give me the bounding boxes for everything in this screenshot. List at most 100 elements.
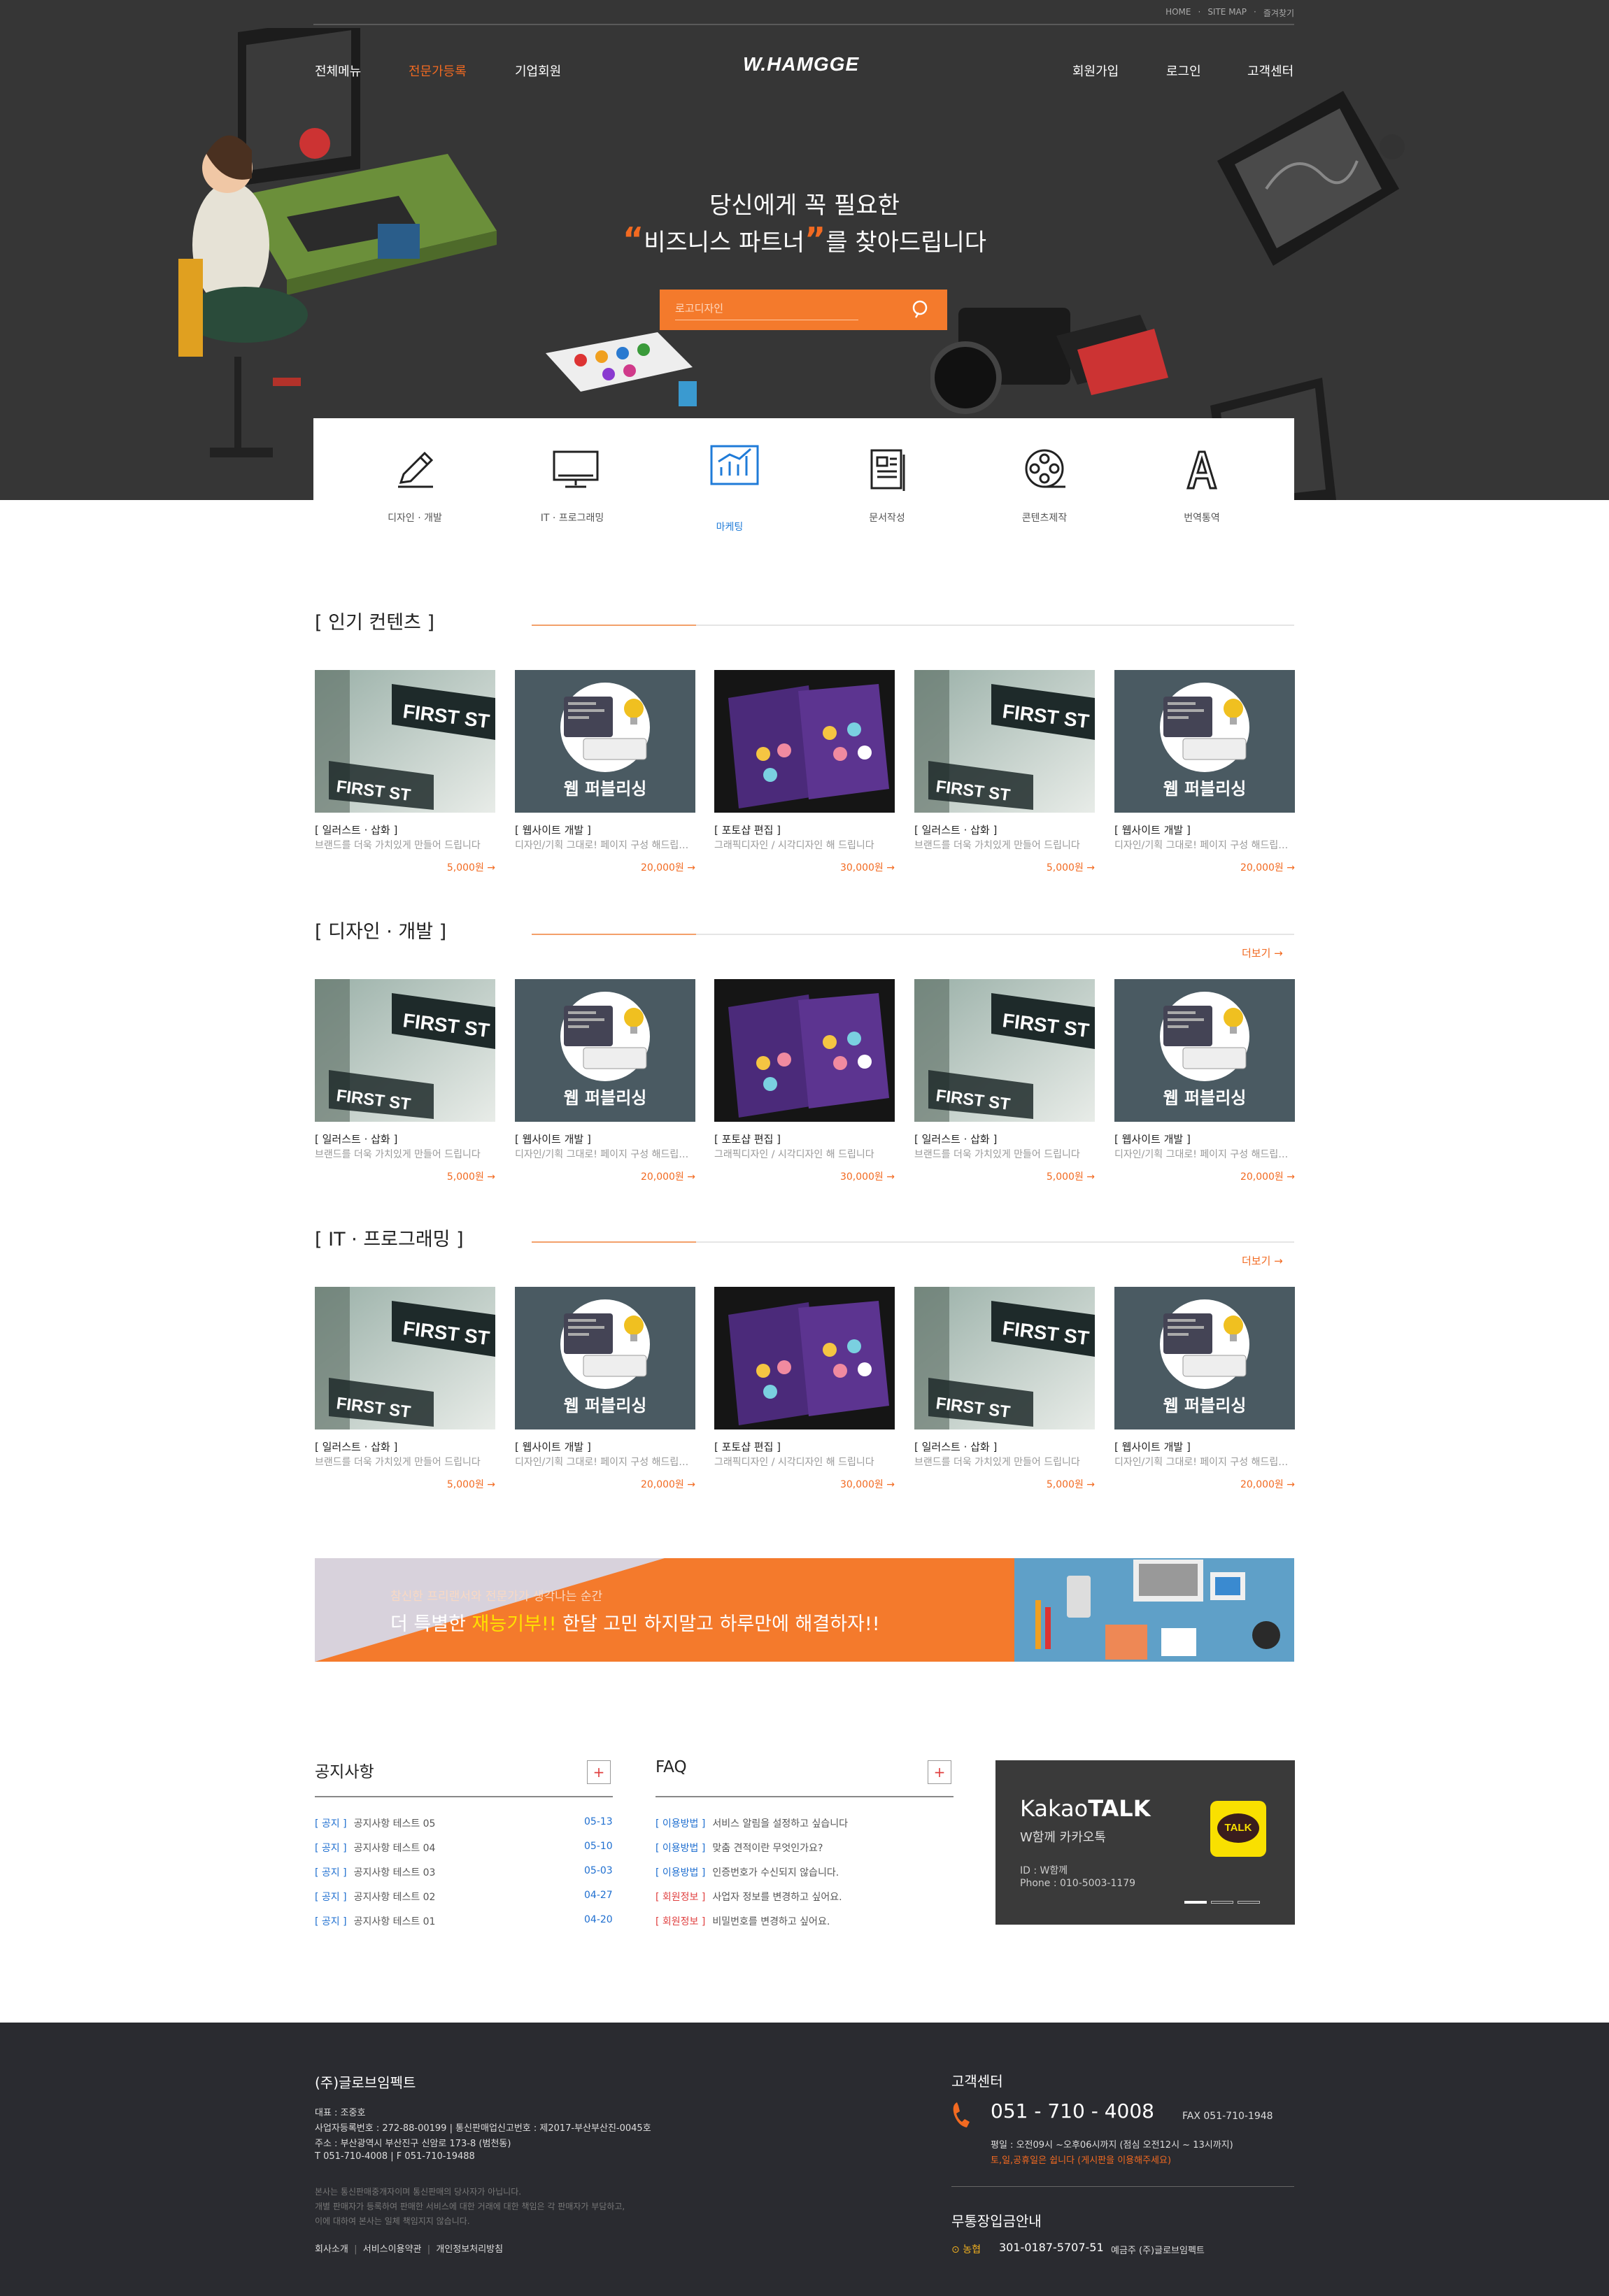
content-card[interactable]: FIRST ST FIRST ST [ 일러스트 · 삽화 ] 브랜드를 더욱 가치있…	[914, 670, 1095, 880]
section-divider	[532, 625, 1294, 626]
card-price[interactable]: 20,000원 →	[641, 860, 695, 874]
footer-link-terms[interactable]: 서비스이용약관	[363, 2244, 422, 2255]
promo-banner[interactable]: 참신한 프리랜서와 전문가가 생각나는 순간 더 특별한 재능기부!! 한달 고…	[315, 1558, 1294, 1662]
content-card[interactable]: FIRST ST FIRST ST [ 일러스트 · 삽화 ] 브랜드를 더욱 가치있…	[315, 1287, 495, 1497]
footer-disclaimer: 개별 판매자가 등록하여 판매한 서비스에 대한 거래에 대한 책임은 각 판매…	[315, 2202, 625, 2211]
card-description: 디자인/기획 그대로! 페이지 구성 해드립니다	[515, 1457, 695, 1468]
faq-item[interactable]: [ 이용방법 ] 서비스 알림을 설정하고 싶습니다	[655, 1816, 848, 1830]
card-price[interactable]: 20,000원 →	[1240, 860, 1295, 874]
nav-login[interactable]: 로그인	[1166, 62, 1201, 80]
category-content[interactable]: 콘텐츠제작	[964, 418, 1125, 544]
card-thumbnail[interactable]: 웹 퍼블리싱	[1114, 1287, 1295, 1429]
notice-item[interactable]: [ 공지 ] 공지사항 테스트 01 04-20	[315, 1914, 613, 1928]
notice-text: 공지사항 테스트 04	[353, 1843, 436, 1854]
nav-customer-center[interactable]: 고객센터	[1247, 62, 1293, 80]
content-card[interactable]: FIRST ST FIRST ST [ 일러스트 · 삽화 ] 브랜드를 더욱 가치있…	[914, 979, 1095, 1189]
card-price[interactable]: 20,000원 →	[1240, 1169, 1295, 1183]
slide-indicator-active[interactable]	[1184, 1901, 1207, 1904]
faq-item[interactable]: [ 회원정보 ] 사업자 정보를 변경하고 싶어요.	[655, 1890, 842, 1904]
faq-item[interactable]: [ 이용방법 ] 인증번호가 수신되지 않습니다.	[655, 1865, 839, 1879]
notice-item[interactable]: [ 공지 ] 공지사항 테스트 04 05-10	[315, 1841, 613, 1855]
category-document[interactable]: 문서작성	[807, 418, 967, 544]
nav-expert-register[interactable]: 전문가등록	[409, 62, 467, 80]
notice-item[interactable]: [ 공지 ] 공지사항 테스트 05 05-13	[315, 1816, 613, 1830]
site-logo[interactable]: W.HAMGGE	[743, 53, 859, 76]
card-thumbnail[interactable]: FIRST ST FIRST ST	[315, 979, 495, 1122]
card-thumbnail[interactable]	[714, 1287, 895, 1429]
faq-text: 사업자 정보를 변경하고 싶어요.	[712, 1892, 842, 1903]
card-price[interactable]: 20,000원 →	[641, 1477, 695, 1491]
slide-indicator[interactable]	[1238, 1901, 1260, 1904]
card-thumbnail[interactable]: FIRST ST FIRST ST	[315, 670, 495, 813]
search-input[interactable]	[675, 298, 858, 320]
category-marketing[interactable]: 마케팅	[649, 418, 810, 544]
category-design[interactable]: 디자인 · 개발	[334, 418, 495, 544]
card-description: 브랜드를 더욱 가치있게 만들어 드립니다	[914, 1457, 1080, 1468]
content-card[interactable]: [ 포토샵 편집 ] 그래픽디자인 / 시각디자인 해 드립니다 30,000원 →	[714, 670, 895, 880]
card-thumbnail[interactable]: FIRST ST FIRST ST	[914, 1287, 1095, 1429]
kakao-panel[interactable]: KakaoTALK W함께 카카오톡 ID : W함께 Phone : 010-…	[995, 1760, 1295, 1925]
nav-signup[interactable]: 회원가입	[1072, 62, 1119, 80]
faq-item[interactable]: [ 회원정보 ] 비밀번호를 변경하고 싶어요.	[655, 1914, 830, 1928]
card-price[interactable]: 5,000원 →	[447, 1477, 495, 1491]
faq-more-button[interactable]: +	[928, 1760, 951, 1784]
card-price[interactable]: 20,000원 →	[641, 1169, 695, 1183]
section-divider	[532, 934, 1294, 935]
card-price[interactable]: 5,000원 →	[1047, 1477, 1095, 1491]
card-price[interactable]: 5,000원 →	[447, 860, 495, 874]
header-divider	[313, 24, 1294, 25]
card-thumbnail[interactable]	[714, 670, 895, 813]
footer-link-about[interactable]: 회사소개	[315, 2244, 348, 2255]
card-thumbnail[interactable]: 웹 퍼블리싱	[515, 979, 695, 1122]
card-thumbnail[interactable]: 웹 퍼블리싱	[515, 1287, 695, 1429]
slide-indicator[interactable]	[1211, 1901, 1233, 1904]
card-thumbnail[interactable]: 웹 퍼블리싱	[1114, 670, 1295, 813]
category-label: IT · 프로그래밍	[540, 513, 604, 524]
nav-business-member[interactable]: 기업회원	[515, 62, 561, 80]
content-card[interactable]: 웹 퍼블리싱 [ 웹사이트 개발 ] 디자인/기획 그대로! 페이지 구성 해드립니…	[1114, 670, 1295, 880]
card-thumbnail[interactable]: FIRST ST FIRST ST	[914, 670, 1095, 813]
card-thumbnail[interactable]: 웹 퍼블리싱	[1114, 979, 1295, 1122]
card-description: 디자인/기획 그대로! 페이지 구성 해드립니다	[1114, 840, 1295, 851]
web-publishing-image: 웹 퍼블리싱	[515, 1287, 695, 1429]
home-link[interactable]: HOME	[1165, 7, 1191, 19]
content-card[interactable]: FIRST ST FIRST ST [ 일러스트 · 삽화 ] 브랜드를 더욱 가치있…	[914, 1287, 1095, 1497]
card-description: 디자인/기획 그대로! 페이지 구성 해드립니다	[1114, 1457, 1295, 1468]
card-price[interactable]: 5,000원 →	[1047, 860, 1095, 874]
search-icon[interactable]	[912, 299, 933, 320]
content-card[interactable]: 웹 퍼블리싱 [ 웹사이트 개발 ] 디자인/기획 그대로! 페이지 구성 해드립니…	[515, 979, 695, 1189]
category-translation[interactable]: 번역통역	[1121, 418, 1282, 544]
card-price[interactable]: 20,000원 →	[1240, 1477, 1295, 1491]
card-price[interactable]: 30,000원 →	[840, 1169, 895, 1183]
card-category: [ 일러스트 · 삽화 ]	[914, 1133, 998, 1146]
notice-item[interactable]: [ 공지 ] 공지사항 테스트 03 05-03	[315, 1865, 613, 1879]
card-thumbnail[interactable]: FIRST ST FIRST ST	[914, 979, 1095, 1122]
content-card[interactable]: 웹 퍼블리싱 [ 웹사이트 개발 ] 디자인/기획 그대로! 페이지 구성 해드립니…	[515, 1287, 695, 1497]
category-it[interactable]: IT · 프로그래밍	[492, 418, 653, 544]
content-card[interactable]: [ 포토샵 편집 ] 그래픽디자인 / 시각디자인 해 드립니다 30,000원 →	[714, 1287, 895, 1497]
notice-item[interactable]: [ 공지 ] 공지사항 테스트 02 04-27	[315, 1890, 613, 1904]
section-more-link[interactable]: 더보기 →	[1242, 1253, 1283, 1268]
card-category: [ 포토샵 편집 ]	[714, 1441, 781, 1453]
card-thumbnail[interactable]	[714, 979, 895, 1122]
nav-all-menu[interactable]: 전체메뉴	[315, 62, 361, 80]
card-price[interactable]: 5,000원 →	[447, 1169, 495, 1183]
notice-more-button[interactable]: +	[587, 1760, 611, 1784]
content-card[interactable]: 웹 퍼블리싱 [ 웹사이트 개발 ] 디자인/기획 그대로! 페이지 구성 해드립니…	[1114, 979, 1295, 1189]
content-card[interactable]: 웹 퍼블리싱 [ 웹사이트 개발 ] 디자인/기획 그대로! 페이지 구성 해드립니…	[1114, 1287, 1295, 1497]
content-card[interactable]: FIRST ST FIRST ST [ 일러스트 · 삽화 ] 브랜드를 더욱 가치있…	[315, 670, 495, 880]
content-card[interactable]: FIRST ST FIRST ST [ 일러스트 · 삽화 ] 브랜드를 더욱 가치있…	[315, 979, 495, 1189]
content-card[interactable]: [ 포토샵 편집 ] 그래픽디자인 / 시각디자인 해 드립니다 30,000원 →	[714, 979, 895, 1189]
card-price[interactable]: 5,000원 →	[1047, 1169, 1095, 1183]
bookmark-link[interactable]: 즐겨찾기	[1263, 7, 1294, 19]
content-card[interactable]: 웹 퍼블리싱 [ 웹사이트 개발 ] 디자인/기획 그대로! 페이지 구성 해드립니…	[515, 670, 695, 880]
card-price[interactable]: 30,000원 →	[840, 1477, 895, 1491]
card-price[interactable]: 30,000원 →	[840, 860, 895, 874]
card-category: [ 웹사이트 개발 ]	[515, 1133, 591, 1146]
section-more-link[interactable]: 더보기 →	[1242, 946, 1283, 960]
faq-item[interactable]: [ 이용방법 ] 맞춤 견적이란 무엇인가요?	[655, 1841, 823, 1855]
sitemap-link[interactable]: SITE MAP	[1207, 7, 1247, 19]
card-thumbnail[interactable]: FIRST ST FIRST ST	[315, 1287, 495, 1429]
footer-link-privacy[interactable]: 개인정보처리방침	[436, 2244, 503, 2255]
card-thumbnail[interactable]: 웹 퍼블리싱	[515, 670, 695, 813]
